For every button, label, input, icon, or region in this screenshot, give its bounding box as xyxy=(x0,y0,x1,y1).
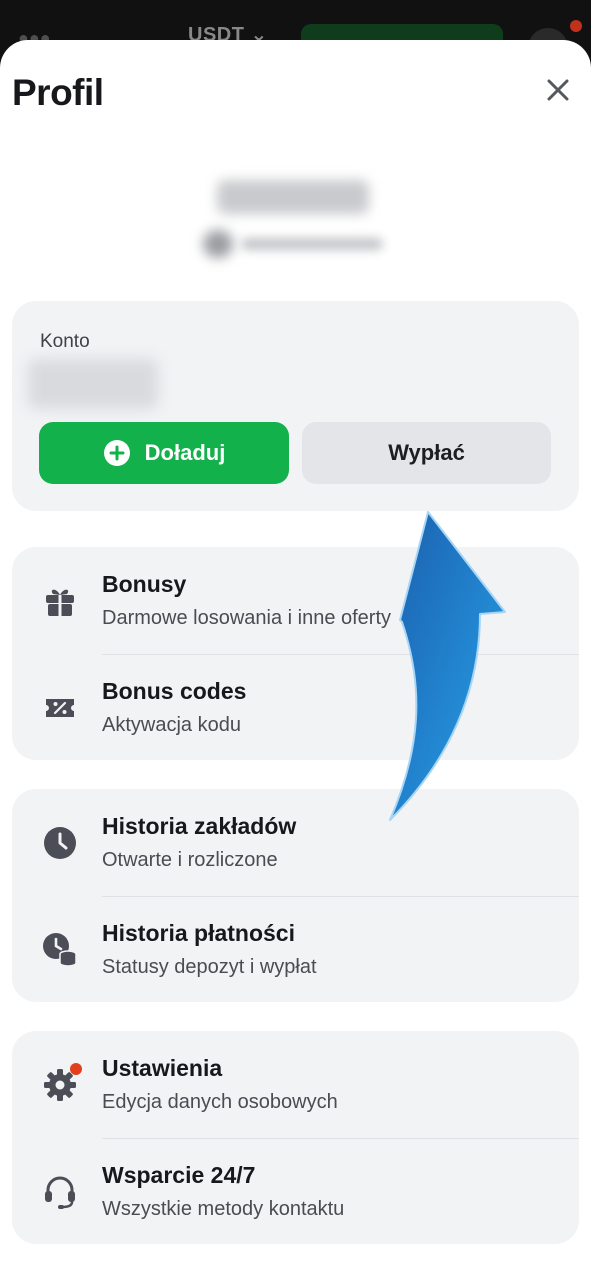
clock-coins-icon xyxy=(40,930,80,970)
menu-item-wsparcie[interactable]: Wsparcie 24/7 Wszystkie metody kontaktu xyxy=(12,1138,579,1245)
gift-icon xyxy=(40,581,80,621)
menu-item-ustawienia[interactable]: Ustawienia Edycja danych osobowych xyxy=(12,1031,579,1139)
close-button[interactable] xyxy=(538,70,578,110)
deposit-button[interactable]: Doładuj xyxy=(39,422,289,484)
menu-item-subtitle: Aktywacja kodu xyxy=(102,714,241,736)
username-blurred xyxy=(217,180,369,214)
menu-item-subtitle: Statusy depozyt i wypłat xyxy=(102,956,317,978)
plus-circle-icon xyxy=(103,439,131,467)
menu-item-subtitle: Wszystkie metody kontaktu xyxy=(102,1198,345,1220)
notification-dot xyxy=(70,1063,82,1075)
deposit-label: Doładuj xyxy=(144,440,226,465)
withdraw-button[interactable]: Wypłać xyxy=(302,422,551,484)
ticket-percent-icon xyxy=(40,688,80,728)
menu-item-bonusy[interactable]: Bonusy Darmowe losowania i inne oferty xyxy=(12,547,579,655)
page-title: Profil xyxy=(12,72,104,113)
menu-item-title: Historia płatności xyxy=(102,920,295,946)
menu-item-title: Wsparcie 24/7 xyxy=(102,1162,256,1188)
menu-item-title: Bonus codes xyxy=(102,678,247,704)
menu-item-title: Bonusy xyxy=(102,571,187,597)
headset-icon xyxy=(40,1172,80,1212)
user-id-blurred xyxy=(241,238,383,250)
balance-blurred xyxy=(28,359,158,409)
background-notification-dot xyxy=(570,20,582,32)
menu-item-title: Ustawienia xyxy=(102,1055,223,1081)
menu-item-subtitle: Edycja danych osobowych xyxy=(102,1091,338,1113)
menu-item-bonus-codes[interactable]: Bonus codes Aktywacja kodu xyxy=(12,654,579,761)
account-card: Konto Doładuj Wypłać xyxy=(12,301,579,511)
withdraw-label: Wypłać xyxy=(388,440,465,465)
menu-item-historia-zakladow[interactable]: Historia zakładów Otwarte i rozliczone xyxy=(12,789,579,897)
menu-item-subtitle: Darmowe losowania i inne oferty xyxy=(102,607,392,629)
menu-item-historia-platnosci[interactable]: Historia płatności Statusy depozyt i wyp… xyxy=(12,896,579,1003)
clock-icon xyxy=(40,823,80,863)
user-info-blurred xyxy=(195,168,395,268)
account-label: Konto xyxy=(40,331,90,352)
menu-group-history: Historia zakładów Otwarte i rozliczone H… xyxy=(12,789,579,1002)
menu-item-subtitle: Otwarte i rozliczone xyxy=(102,849,278,871)
profile-sheet: Profil Konto Doładuj Wypłać Bonusy Darmo… xyxy=(0,40,591,1280)
menu-group-settings: Ustawienia Edycja danych osobowych Wspar… xyxy=(12,1031,579,1244)
menu-item-title: Historia zakładów xyxy=(102,813,297,839)
user-id-icon-blurred xyxy=(203,230,233,258)
close-icon xyxy=(547,79,569,101)
menu-group-bonuses: Bonusy Darmowe losowania i inne oferty B… xyxy=(12,547,579,760)
